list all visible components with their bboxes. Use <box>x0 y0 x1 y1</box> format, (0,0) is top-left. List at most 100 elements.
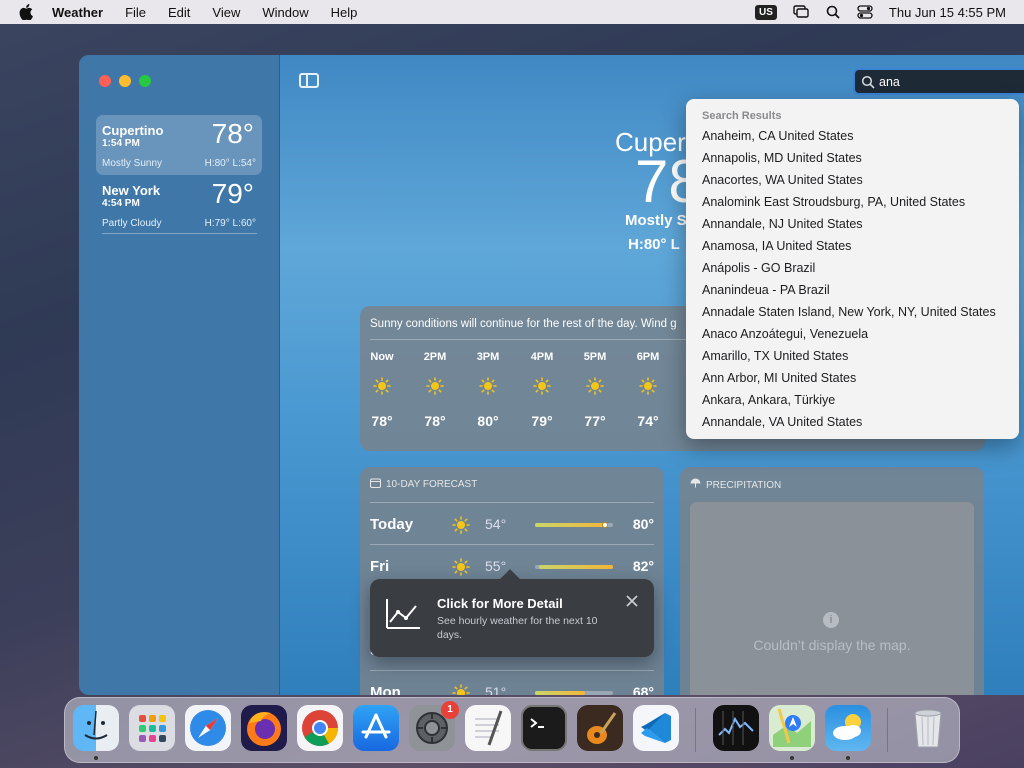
chrome-icon[interactable] <box>297 705 343 751</box>
menu-help[interactable]: Help <box>331 5 358 20</box>
sun-icon <box>533 377 551 395</box>
menu-bar: Weather File Edit View Window Help US Th… <box>0 0 1024 24</box>
menu-app-name[interactable]: Weather <box>52 5 103 20</box>
sidebar-toggle-button[interactable] <box>299 73 319 88</box>
info-icon: i <box>823 612 839 628</box>
hour-column: 3PM 80° <box>468 351 508 429</box>
system-settings-icon[interactable]: 1 <box>409 701 459 751</box>
hour-label: 3PM <box>476 351 500 363</box>
forecast-day: Fri <box>370 558 390 575</box>
textedit-icon[interactable] <box>465 705 511 751</box>
garageband-icon[interactable] <box>577 705 623 751</box>
menu-edit[interactable]: Edit <box>168 5 190 20</box>
search-result-item[interactable]: Ankara, Ankara, Türkiye <box>702 393 835 407</box>
menu-window[interactable]: Window <box>262 5 308 20</box>
hour-temp: 77° <box>584 413 606 429</box>
running-indicator <box>94 756 98 760</box>
maps-icon[interactable] <box>769 705 815 751</box>
terminal-icon[interactable] <box>521 705 567 751</box>
chart-line-icon <box>384 597 422 631</box>
window-controls <box>99 75 151 87</box>
zoom-window-button[interactable] <box>139 75 151 87</box>
input-source-badge[interactable]: US <box>755 4 777 20</box>
city-hilo: H:80° L:54° <box>204 158 256 169</box>
city-card-new-york[interactable]: New York 4:54 PM 79° Partly Cloudy H:79°… <box>96 175 262 235</box>
search-result-item[interactable]: Annandale, NJ United States <box>702 217 863 231</box>
hour-column: 2PM 78° <box>415 351 455 429</box>
hour-label: 2PM <box>423 351 447 363</box>
trash-icon[interactable] <box>905 705 951 751</box>
menu-file[interactable]: File <box>125 5 146 20</box>
search-result-item[interactable]: Annadale Staten Island, New York, NY, Un… <box>702 305 996 319</box>
search-result-item[interactable]: Annapolis, MD United States <box>702 151 862 165</box>
menu-view[interactable]: View <box>212 5 240 20</box>
finder-icon[interactable] <box>73 705 119 751</box>
more-detail-tooltip[interactable]: Click for More Detail See hourly weather… <box>370 579 654 657</box>
stocks-icon[interactable] <box>713 705 759 751</box>
running-indicator <box>790 756 794 760</box>
menubar-clock[interactable]: Thu Jun 15 4:55 PM <box>889 5 1006 20</box>
dock: 1 <box>64 697 960 763</box>
hour-column: 4PM 79° <box>522 351 562 429</box>
apple-menu-icon[interactable] <box>18 4 34 20</box>
launchpad-icon[interactable] <box>129 705 175 751</box>
weather-icon[interactable] <box>825 705 871 751</box>
search-result-item[interactable]: Anaheim, CA United States <box>702 129 853 143</box>
search-result-item[interactable]: Analomink East Stroudsburg, PA, United S… <box>702 195 965 209</box>
sun-icon <box>452 558 470 576</box>
notification-badge: 1 <box>441 701 459 719</box>
search-result-item[interactable]: Anamosa, IA United States <box>702 239 851 253</box>
app-store-icon[interactable] <box>353 705 399 751</box>
screen-mirroring-icon[interactable] <box>793 4 809 20</box>
forecast-high: 80° <box>632 516 654 532</box>
city-divider <box>102 233 257 234</box>
search-result-item[interactable]: Ananindeua - PA Brazil <box>702 283 830 297</box>
city-card-cupertino[interactable]: Cupertino 1:54 PM 78° Mostly Sunny H:80°… <box>96 115 262 175</box>
search-result-item[interactable]: Anacortes, WA United States <box>702 173 863 187</box>
minimize-window-button[interactable] <box>119 75 131 87</box>
spotlight-search-icon[interactable] <box>825 4 841 20</box>
city-name: Cupertino <box>102 123 164 138</box>
close-icon[interactable] <box>624 593 640 609</box>
city-condition: Mostly Sunny <box>102 158 163 169</box>
city-name: New York <box>102 183 161 198</box>
forecast-header: 10-DAY FORECAST <box>370 478 477 491</box>
hour-temp: 80° <box>477 413 499 429</box>
sidebar: Cupertino 1:54 PM 78° Mostly Sunny H:80°… <box>79 55 280 695</box>
search-icon <box>861 75 875 89</box>
temperature-range-bar <box>535 691 613 695</box>
precipitation-header: PRECIPITATION <box>690 478 781 492</box>
sun-icon <box>452 516 470 534</box>
search-result-item[interactable]: Amarillo, TX United States <box>702 349 848 363</box>
dock-divider <box>887 708 888 752</box>
precipitation-map[interactable]: i Couldn’t display the map. <box>690 502 974 695</box>
search-input[interactable] <box>879 73 1019 91</box>
hero-condition: Mostly S <box>625 212 687 229</box>
forecast-row[interactable]: Today 54° 80° <box>370 502 654 544</box>
hour-label: 6PM <box>636 351 660 363</box>
forecast-low: 51° <box>485 684 507 695</box>
close-window-button[interactable] <box>99 75 111 87</box>
forecast-header-label: 10-DAY FORECAST <box>386 479 478 490</box>
control-center-icon[interactable] <box>857 4 873 20</box>
city-time: 1:54 PM <box>102 138 140 149</box>
hourly-summary: Sunny conditions will continue for the r… <box>370 318 677 330</box>
vscode-icon[interactable] <box>633 705 679 751</box>
temperature-range-bar <box>535 565 613 569</box>
sun-icon <box>479 377 497 395</box>
search-results-header: Search Results <box>702 110 782 122</box>
search-result-item[interactable]: Annandale, VA United States <box>702 415 862 429</box>
precipitation-panel[interactable]: PRECIPITATION i Couldn’t display the map… <box>680 467 984 695</box>
safari-icon[interactable] <box>185 705 231 751</box>
city-time: 4:54 PM <box>102 198 140 209</box>
search-result-item[interactable]: Anápolis - GO Brazil <box>702 261 815 275</box>
search-result-item[interactable]: Anaco Anzoátegui, Venezuela <box>702 327 868 341</box>
firefox-icon[interactable] <box>241 705 287 751</box>
search-field[interactable] <box>853 68 1024 95</box>
temperature-range-bar <box>535 522 613 528</box>
forecast-low: 54° <box>485 516 507 532</box>
hour-column: 5PM 77° <box>575 351 615 429</box>
search-result-item[interactable]: Ann Arbor, MI United States <box>702 371 856 385</box>
map-error-message: Couldn’t display the map. <box>753 637 911 653</box>
forecast-row[interactable]: Mon 51° 68° <box>370 670 654 695</box>
